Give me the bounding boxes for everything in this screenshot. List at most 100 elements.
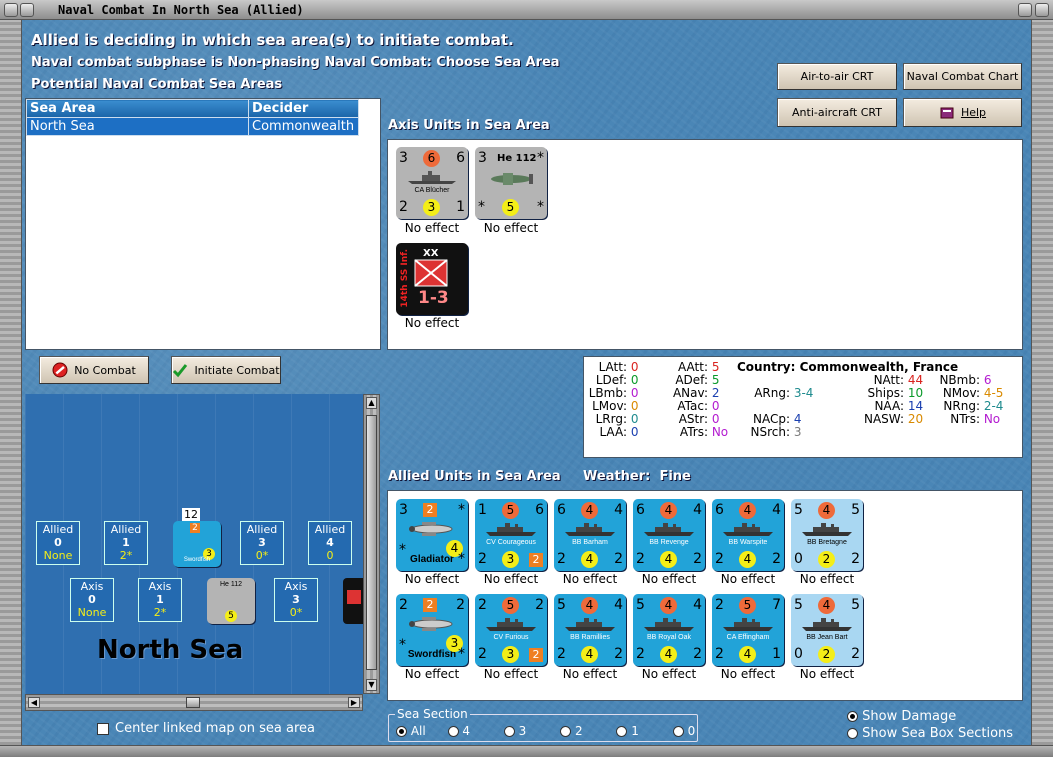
unit-counter-ca-blucher[interactable]: 3 6 6 CA Blücher 2 3 1 [396, 147, 468, 219]
unit-value: * [478, 199, 485, 215]
cruiser-icon [408, 171, 456, 184]
show-damage-label: Show Damage [862, 709, 957, 724]
unit-counter-cv-courageous[interactable]: 1 5 6 CV Courageous 2 3 2 [475, 499, 547, 571]
warship-icon [486, 523, 536, 536]
radio-3[interactable]: 3 [503, 724, 526, 738]
stat-key: NSrch: [750, 425, 790, 439]
unit-counter-he112[interactable]: 3 He 112 * * 5 * [475, 147, 547, 219]
unit-counter-bb-bretagne[interactable]: 5 4 5 BB Bretagne 0 2 2 [791, 499, 863, 571]
unit-status: No effect [404, 667, 460, 681]
window-frame-left [0, 20, 22, 757]
sea-box-allied-3[interactable]: Allied 3 0* [240, 521, 284, 565]
unit-status: No effect [404, 572, 460, 586]
stat-value: 4-5 [983, 386, 1004, 400]
map-unit-he112[interactable]: He 112 5 [207, 578, 255, 624]
unit-counter-gladiator[interactable]: 3 2 * Gladiator * 4 * [396, 499, 468, 571]
unit-counter-ca-effingham[interactable]: 2 5 7 CA Effingham 2 4 1 [712, 594, 784, 666]
show-damage-option[interactable]: Show Damage [847, 709, 956, 724]
checkmark-icon [173, 364, 188, 378]
sea-box-allied-1[interactable]: Allied 1 2* [104, 521, 148, 565]
unit-counter-cv-furious[interactable]: 2 5 2 CV Furious 2 3 2 [475, 594, 547, 666]
unit-counter-bb-ramillies[interactable]: 5 4 4 BB Ramillies 2 4 2 [554, 594, 626, 666]
show-sections-option[interactable]: Show Sea Box Sections [847, 726, 1013, 741]
map-horizontal-scrollbar[interactable]: ◀ ▶ [25, 694, 363, 711]
unit-counter-swordfish[interactable]: 2 2 2 Swordfish * 3 * [396, 594, 468, 666]
checkbox-box[interactable] [97, 722, 109, 735]
sea-box-axis-1[interactable]: Axis 1 2* [138, 578, 182, 622]
naval-combat-chart-button[interactable]: Naval Combat Chart [903, 63, 1022, 90]
unit-counter-bb-royal-oak[interactable]: 5 4 4 BB Royal Oak 2 4 2 [633, 594, 705, 666]
table-row[interactable]: North Sea Commonwealth [26, 117, 359, 136]
unit-value: 6 [636, 502, 645, 518]
sea-area-list[interactable]: Sea Area Decider North Sea Commonwealth [25, 98, 381, 350]
unit-name: BB Bretagne [807, 539, 847, 546]
scroll-up-icon[interactable]: ▲ [366, 397, 377, 409]
col-header-decider[interactable]: Decider [248, 99, 359, 118]
unit-status: No effect [483, 572, 539, 586]
sea-areas-label: Potential Naval Combat Sea Areas [31, 77, 283, 92]
stat-value: No [983, 412, 1001, 426]
sea-box-axis-0[interactable]: Axis 0 None [70, 578, 114, 622]
unit-value: 2 [423, 503, 437, 517]
sea-box-axis-3[interactable]: Axis 3 0* [274, 578, 318, 622]
box-value: 2* [119, 549, 133, 562]
unit-value: 3 [423, 199, 440, 216]
center-map-checkbox[interactable]: Center linked map on sea area [97, 721, 315, 736]
radio-label: 1 [631, 724, 639, 738]
radio-4[interactable]: 4 [447, 724, 470, 738]
stat-key: NTrs: [950, 412, 980, 426]
no-combat-label: No Combat [74, 363, 136, 377]
stat-value: No [711, 425, 729, 439]
radio-0[interactable]: 0 [672, 724, 696, 738]
map-unit-swordfish[interactable]: 2 3 Swordfish [173, 521, 221, 567]
unit-value: 4 [614, 502, 623, 518]
window-title: Naval Combat In North Sea (Allied) [58, 3, 304, 17]
sea-area-map[interactable]: 12 Allied 0 None Allied 1 2* 2 3 Swordfish A… [25, 394, 363, 694]
unit-value: 2 [478, 597, 487, 613]
stat-key: LAA: [599, 425, 627, 439]
horizontal-scroll-thumb[interactable] [186, 697, 200, 708]
unit-status: No effect [483, 667, 539, 681]
restore-icon[interactable] [1018, 3, 1032, 17]
vertical-scroll-thumb[interactable] [366, 415, 377, 670]
radio-1[interactable]: 1 [616, 724, 639, 738]
unit-counter-bb-warspite[interactable]: 6 4 4 BB Warspite 2 4 2 [712, 499, 784, 571]
stats-col-naval2: NBmb: 6 NMov: 4-5 NRng: 2-4 NTrs: No [930, 374, 1022, 426]
col-header-sea-area[interactable]: Sea Area [26, 99, 249, 118]
unit-counter-14th-ss-inf[interactable]: XX 14th SS Inf. 1-3 [396, 243, 468, 315]
unit-counter-bb-barham[interactable]: 6 4 4 BB Barham 2 4 2 [554, 499, 626, 571]
help-button[interactable]: Help [903, 98, 1022, 127]
no-combat-button[interactable]: No Combat [39, 356, 149, 384]
anti-aircraft-label: Anti-aircraft CRT [792, 106, 882, 119]
radio-label: 2 [574, 724, 583, 738]
air-to-air-crt-button[interactable]: Air-to-air CRT [777, 63, 897, 90]
air-to-air-label: Air-to-air CRT [800, 70, 874, 83]
stats-col-range: ARng: 3-4 NACp: 4 NSrch: 3 [734, 387, 824, 439]
map-vertical-scrollbar[interactable]: ▲ ▼ [363, 394, 380, 694]
unit-counter-bb-revenge[interactable]: 6 4 4 BB Revenge 2 4 2 [633, 499, 705, 571]
scroll-down-icon[interactable]: ▼ [366, 679, 377, 691]
unit-value: 3 [399, 502, 408, 518]
anti-aircraft-crt-button[interactable]: Anti-aircraft CRT [777, 98, 897, 127]
unit-value: 4 [581, 646, 598, 663]
map-sea-name: North Sea [97, 635, 244, 665]
unit-value: 4 [693, 502, 702, 518]
unit-value: 2 [715, 551, 724, 567]
unit-counter-bb-jean-bart[interactable]: 5 4 5 BB Jean Bart 0 2 2 [791, 594, 863, 666]
sea-box-allied-4[interactable]: Allied 4 0 [308, 521, 352, 565]
map-unit-land-partial[interactable] [343, 578, 363, 624]
radio-2[interactable]: 2 [560, 724, 583, 738]
sea-box-allied-0[interactable]: Allied 0 None [36, 521, 80, 565]
minimize-icon[interactable] [20, 3, 34, 17]
radio-all[interactable]: All [396, 724, 426, 738]
title-bar[interactable]: Naval Combat In North Sea (Allied) [0, 0, 1053, 20]
radio-label: 0 [687, 724, 696, 738]
unit-name: BB Ramillies [570, 634, 610, 641]
unit-value: 2 [423, 598, 437, 612]
scroll-left-icon[interactable]: ◀ [28, 697, 40, 708]
system-menu-icon[interactable] [4, 3, 18, 17]
scroll-right-icon[interactable]: ▶ [348, 697, 360, 708]
initiate-combat-button[interactable]: Initiate Combat [171, 356, 281, 384]
close-icon[interactable] [1035, 3, 1049, 17]
unit-value: * [399, 542, 406, 558]
